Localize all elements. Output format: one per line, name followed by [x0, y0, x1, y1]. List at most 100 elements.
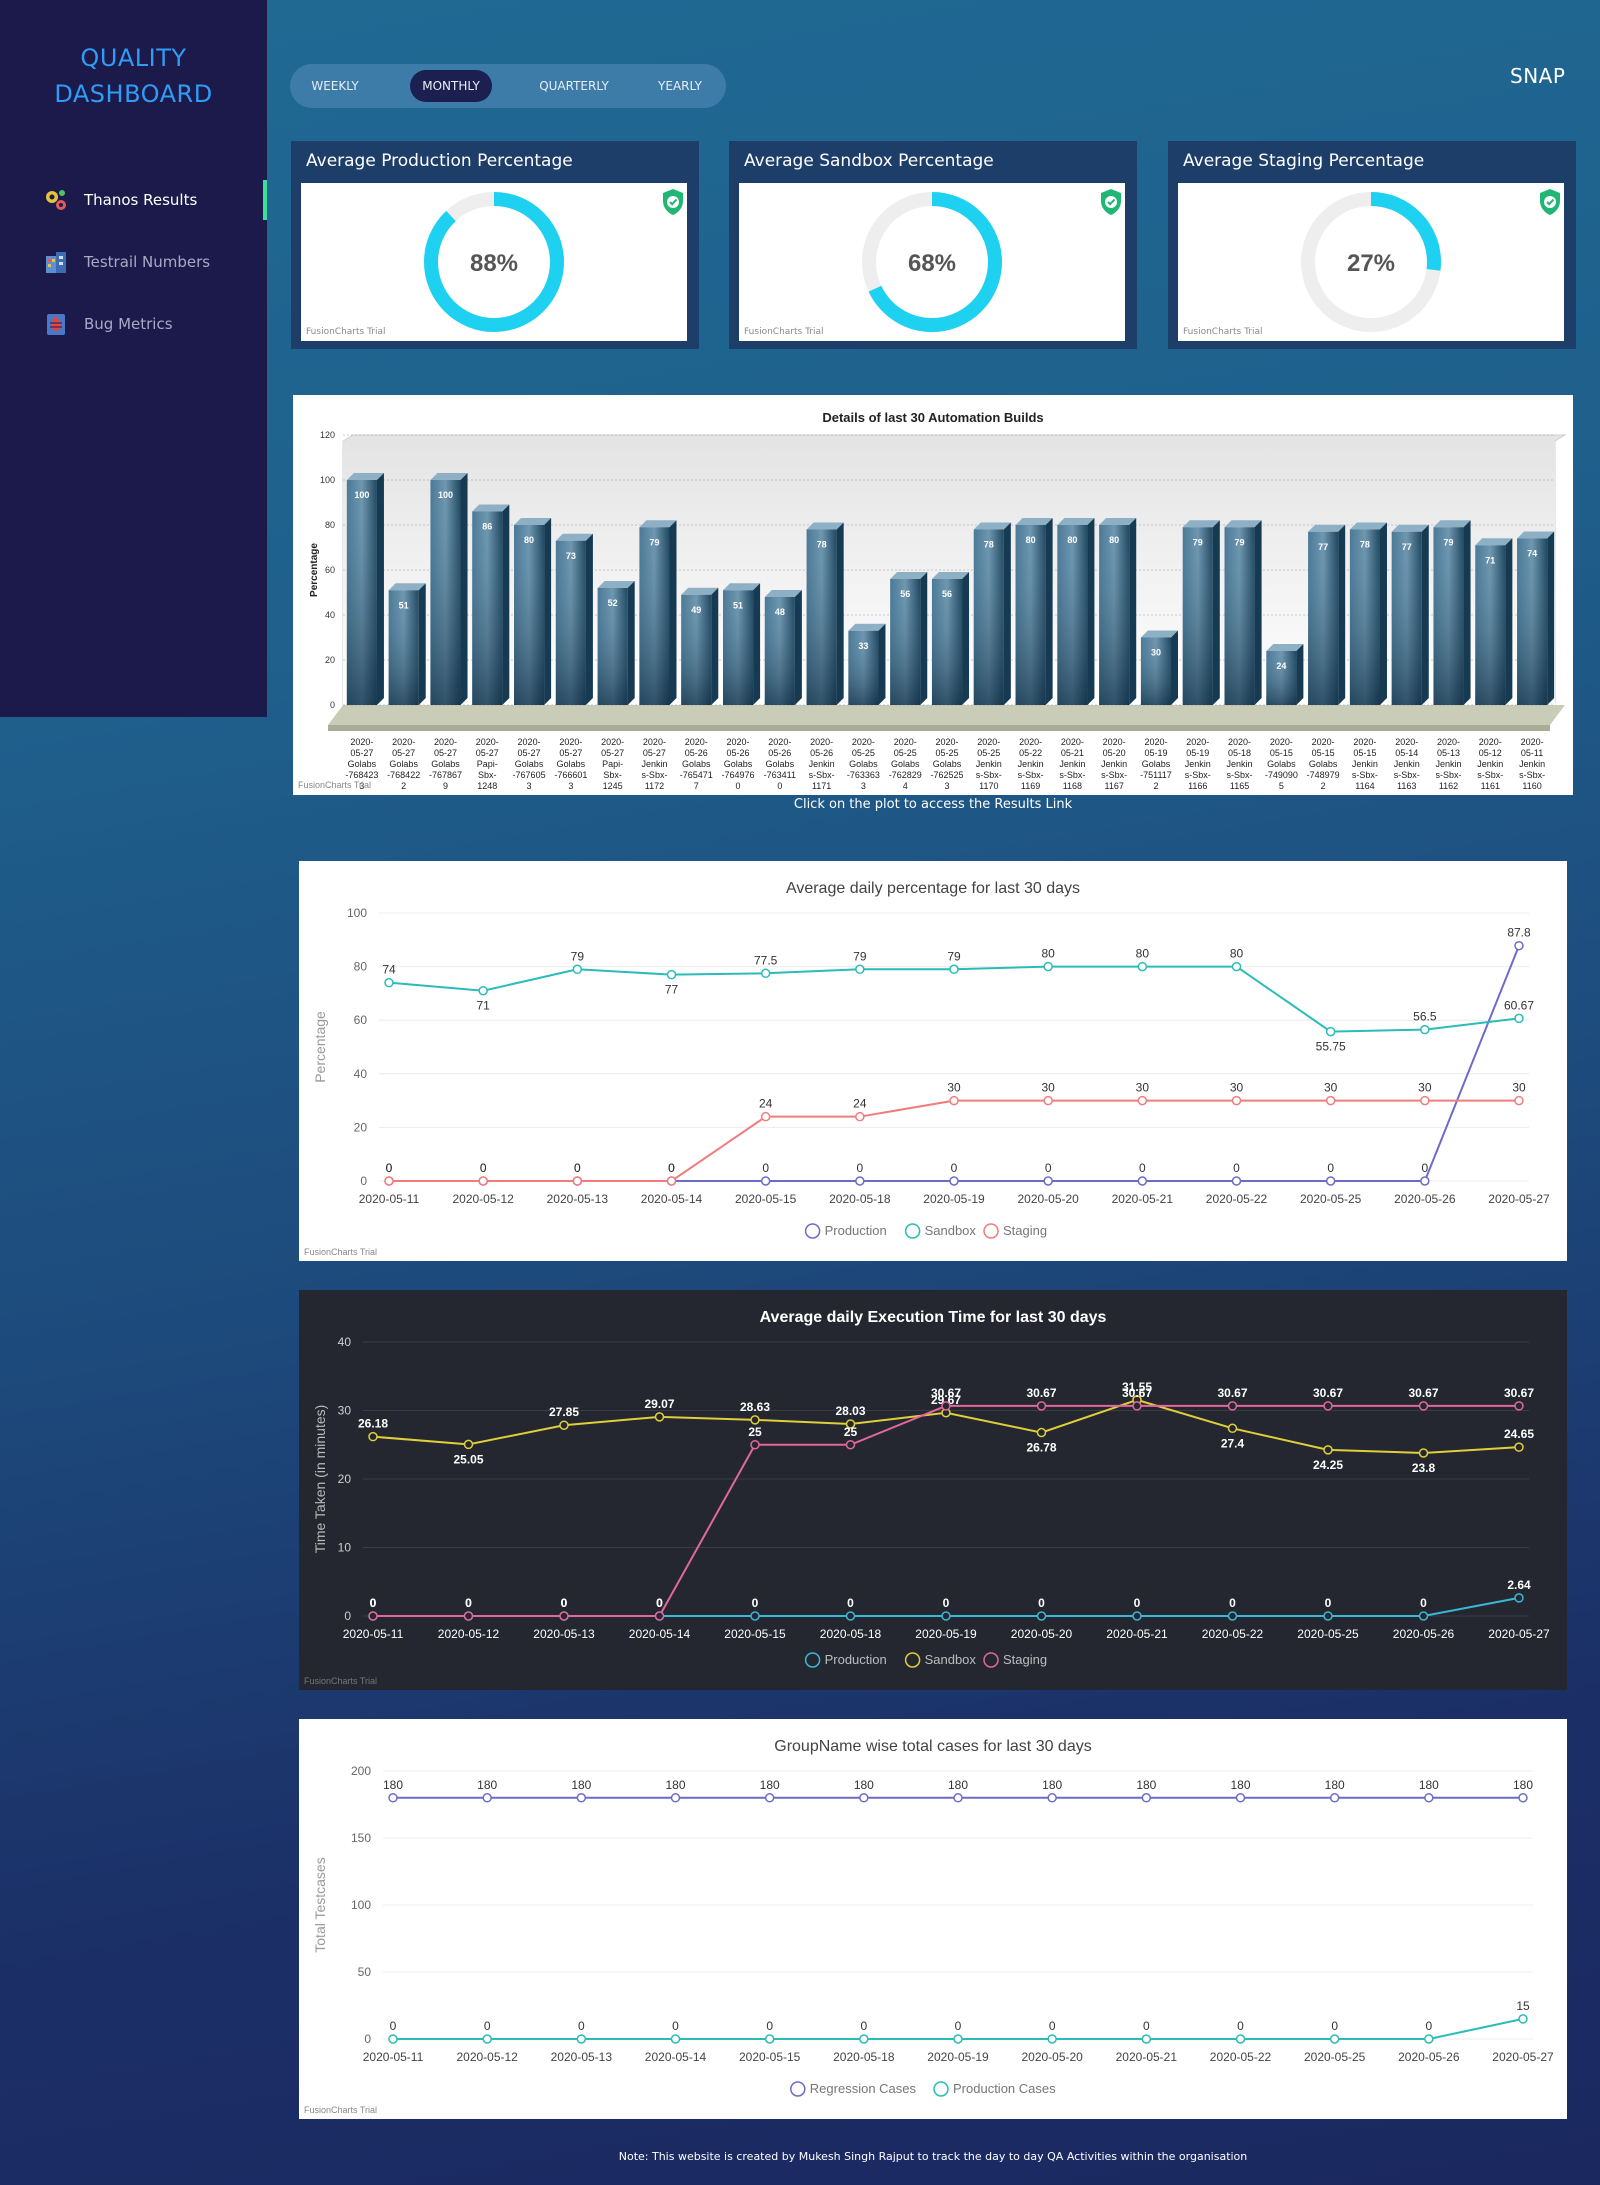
bar[interactable] — [472, 504, 510, 706]
data-point[interactable] — [478, 985, 488, 996]
data-point[interactable] — [949, 1176, 959, 1186]
data-point[interactable] — [1418, 1611, 1429, 1621]
bar[interactable] — [848, 623, 886, 705]
bar[interactable] — [514, 518, 552, 705]
data-point[interactable] — [368, 1611, 378, 1621]
data-point[interactable] — [953, 1793, 963, 1803]
daily-percentage-line-chart[interactable]: Average daily percentage for last 30 day… — [299, 861, 1567, 1261]
brand-title[interactable]: QUALITY DASHBOARD — [0, 40, 267, 112]
bar[interactable] — [973, 522, 1011, 706]
data-point[interactable] — [1227, 1611, 1238, 1621]
data-point[interactable] — [463, 1439, 474, 1450]
data-point[interactable] — [855, 1111, 865, 1122]
legend-item[interactable]: Staging — [983, 1223, 1047, 1239]
data-point[interactable] — [1235, 2034, 1246, 2044]
execution-time-line-chart[interactable]: Average daily Execution Time for last 30… — [299, 1290, 1567, 1690]
data-point[interactable] — [482, 1793, 492, 1803]
data-point[interactable] — [478, 1176, 488, 1186]
data-point[interactable] — [1231, 961, 1242, 972]
data-point[interactable] — [764, 2034, 775, 2044]
data-point[interactable] — [1047, 2034, 1057, 2044]
data-point[interactable] — [1043, 961, 1053, 972]
data-point[interactable] — [572, 964, 583, 975]
data-point[interactable] — [463, 1611, 474, 1621]
group-cases-line-chart[interactable]: GroupName wise total cases for last 30 d… — [299, 1719, 1567, 2119]
data-point[interactable] — [760, 1176, 771, 1186]
data-point[interactable] — [368, 1431, 378, 1442]
data-point[interactable] — [388, 1793, 398, 1803]
toggle-yearly[interactable]: YEARLY — [640, 70, 720, 102]
data-point[interactable] — [1514, 940, 1524, 951]
data-point[interactable] — [941, 1401, 951, 1411]
data-point[interactable] — [654, 1412, 665, 1422]
data-point[interactable] — [1424, 2034, 1434, 2044]
data-point[interactable] — [953, 2034, 963, 2044]
data-point[interactable] — [1323, 1445, 1333, 1455]
sidebar-item-bug-metrics[interactable]: Bug Metrics — [42, 309, 173, 339]
data-point[interactable] — [1514, 1095, 1524, 1106]
data-point[interactable] — [1514, 1013, 1524, 1024]
legend-item[interactable]: Regression Cases — [790, 2081, 917, 2097]
data-point[interactable] — [576, 1793, 587, 1803]
execution-time-chart-panel[interactable]: Average daily Execution Time for last 30… — [299, 1290, 1567, 1690]
bar[interactable] — [1391, 524, 1429, 705]
data-point[interactable] — [845, 1440, 856, 1450]
data-point[interactable] — [1325, 1026, 1336, 1037]
data-point[interactable] — [750, 1440, 760, 1450]
data-point[interactable] — [1518, 1793, 1528, 1803]
data-point[interactable] — [1036, 1401, 1047, 1411]
bar[interactable] — [346, 473, 384, 705]
data-point[interactable] — [1137, 961, 1148, 972]
data-point[interactable] — [1141, 2034, 1152, 2044]
data-point[interactable] — [670, 2034, 681, 2044]
data-point[interactable] — [1514, 1401, 1524, 1411]
data-point[interactable] — [760, 968, 771, 979]
group-cases-chart-panel[interactable]: GroupName wise total cases for last 30 d… — [299, 1719, 1567, 2119]
data-point[interactable] — [1325, 1176, 1336, 1186]
legend-item[interactable]: Production Cases — [933, 2081, 1056, 2097]
data-point[interactable] — [1424, 1793, 1434, 1803]
data-point[interactable] — [1418, 1401, 1429, 1411]
bar[interactable] — [1140, 630, 1179, 706]
bar[interactable] — [430, 473, 468, 705]
data-point[interactable] — [572, 1176, 583, 1186]
data-point[interactable] — [1227, 1401, 1238, 1411]
data-point[interactable] — [1231, 1176, 1242, 1186]
kpi-gauge-panel[interactable]: 88% FusionCharts Trial — [301, 183, 687, 341]
sidebar-item-thanos-results[interactable]: Thanos Results — [42, 185, 197, 215]
bar[interactable] — [1182, 520, 1220, 705]
legend-item[interactable]: Sandbox — [904, 1223, 977, 1239]
data-point[interactable] — [1036, 1611, 1047, 1621]
data-point[interactable] — [666, 1176, 677, 1186]
sidebar-item-testrail-numbers[interactable]: Testrail Numbers — [42, 247, 210, 277]
bar[interactable] — [1266, 644, 1304, 705]
data-point[interactable] — [388, 2034, 398, 2044]
data-point[interactable] — [559, 1611, 569, 1621]
data-point[interactable] — [1036, 1427, 1047, 1438]
toggle-quarterly[interactable]: QUARTERLY — [526, 70, 622, 102]
legend-item[interactable]: Sandbox — [904, 1652, 977, 1668]
kpi-gauge-panel[interactable]: 68% FusionCharts Trial — [739, 183, 1125, 341]
data-point[interactable] — [1141, 1793, 1152, 1803]
data-point[interactable] — [1323, 1401, 1333, 1411]
automation-builds-chart-panel[interactable]: 0 20 40 60 80 100 120 Details of last 30 Automa… — [293, 395, 1573, 795]
data-point[interactable] — [1420, 1024, 1430, 1035]
data-point[interactable] — [750, 1415, 760, 1425]
bar[interactable] — [1433, 520, 1471, 705]
data-point[interactable] — [654, 1611, 665, 1621]
legend-item[interactable]: Staging — [983, 1652, 1047, 1668]
bar[interactable] — [806, 522, 844, 706]
data-point[interactable] — [1325, 1095, 1336, 1106]
daily-percentage-chart-panel[interactable]: Average daily percentage for last 30 day… — [299, 861, 1567, 1261]
data-point[interactable] — [941, 1611, 951, 1621]
bar[interactable] — [1349, 522, 1387, 706]
data-point[interactable] — [384, 977, 394, 988]
data-point[interactable] — [1047, 1793, 1057, 1803]
data-point[interactable] — [384, 1176, 394, 1186]
toggle-weekly[interactable]: WEEKLY — [294, 70, 376, 102]
data-point[interactable] — [1418, 1448, 1429, 1458]
data-point[interactable] — [1043, 1095, 1053, 1106]
data-point[interactable] — [949, 1095, 959, 1106]
data-point[interactable] — [1514, 1593, 1524, 1603]
data-point[interactable] — [1132, 1611, 1142, 1621]
